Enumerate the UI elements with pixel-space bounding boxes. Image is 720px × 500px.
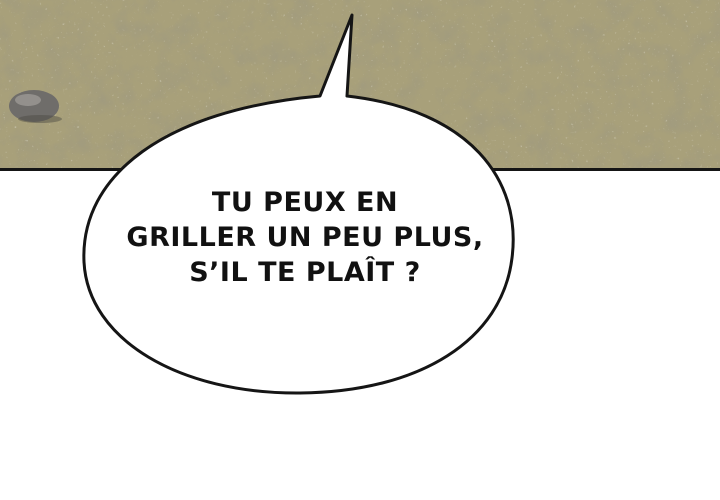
speech-line-1: TU PEUX EN: [211, 187, 399, 218]
ground-illustration: [0, 0, 720, 168]
speech-line-2: GRILLER UN PEU PLUS,: [126, 222, 484, 253]
ground-speckles: [0, 0, 720, 168]
speech-line-3: S’IL TE PLAÎT ?: [189, 257, 421, 288]
comic-panel-ground: [0, 0, 720, 168]
panel-border: [0, 168, 720, 171]
speech-bubble-text: TU PEUX EN GRILLER UN PEU PLUS, S’IL TE …: [120, 185, 490, 290]
